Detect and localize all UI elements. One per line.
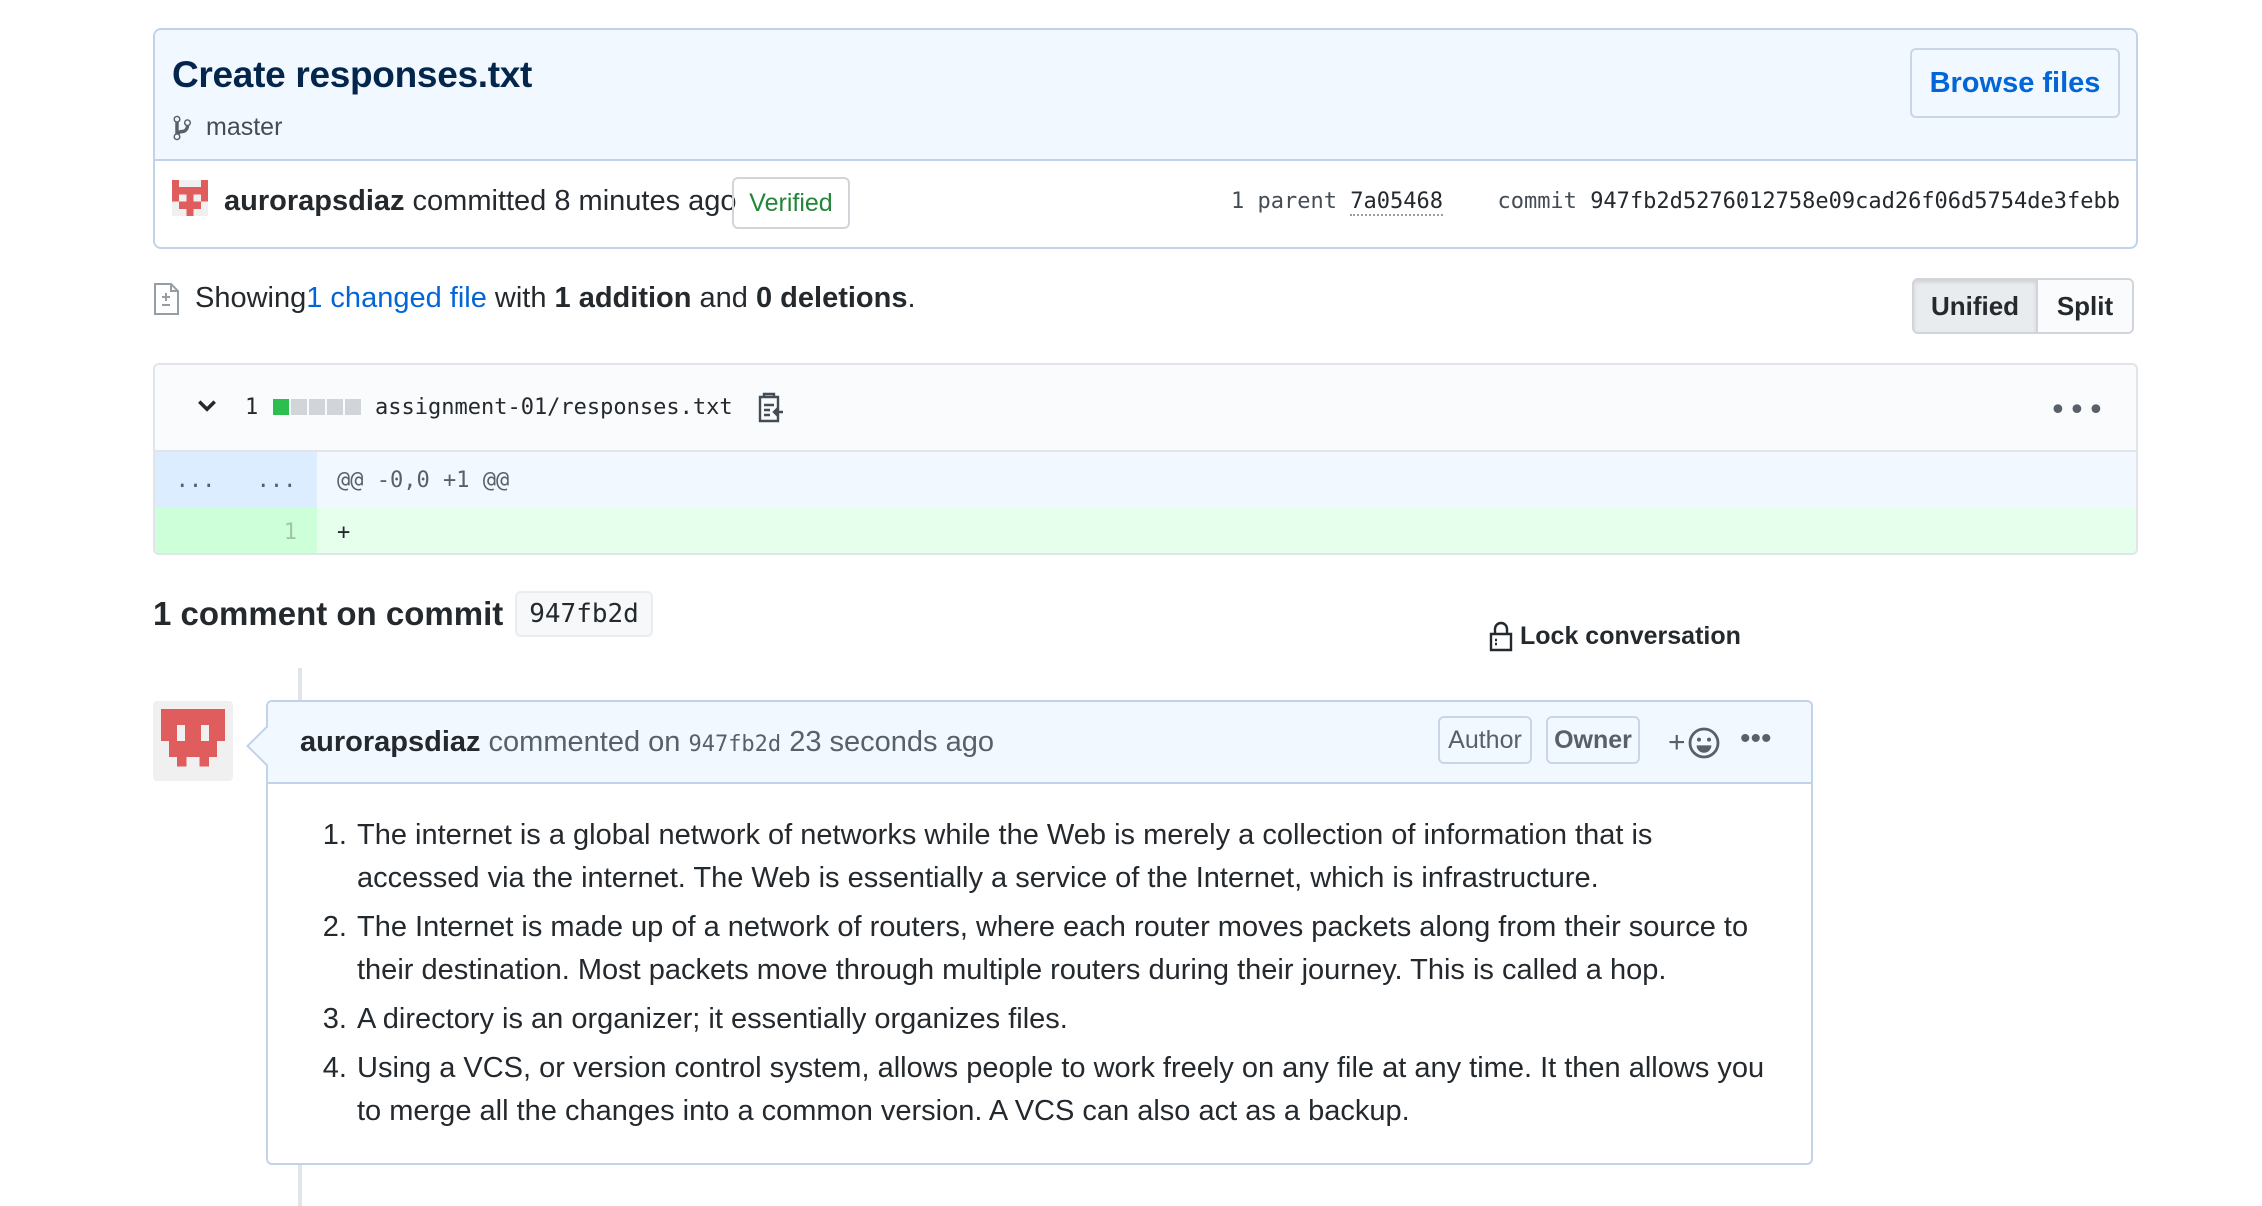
commented-on-text: commented on [480,726,689,758]
diff-added-line: 1 + [155,508,2136,553]
hunk-left-expander[interactable]: ... [176,468,216,493]
diff-stat-bars [273,399,361,415]
parent-label: 1 parent [1231,189,1337,214]
smiley-icon [1688,727,1719,759]
file-options-kebab-icon[interactable]: ••• [2049,393,2106,428]
summary-with: with [486,282,555,314]
file-path-link[interactable]: assignment-01/responses.txt [375,395,733,420]
author-avatar[interactable] [172,180,208,216]
comments-heading: 1 comment on commit 947fb2d [153,591,653,637]
line-number[interactable]: 1 [155,508,317,553]
hunk-right-expander[interactable]: ... [257,468,297,493]
summary-and: and [691,282,756,314]
comment-meta: aurorapsdiaz commented on 947fb2d 23 sec… [300,726,994,759]
line-content: + [337,520,351,545]
commenter-avatar[interactable] [153,701,233,781]
commit-sha-chip: 947fb2d [515,591,653,637]
comment-author-link[interactable]: aurorapsdiaz [300,726,481,758]
commit-author-link[interactable]: aurorapsdiaz [224,185,405,217]
list-item: The Internet is made up of a network of … [355,906,1771,992]
comment-options-kebab-icon[interactable]: ••• [1740,722,1772,756]
author-badge: Author [1438,716,1532,764]
commit-comment: aurorapsdiaz commented on 947fb2d 23 sec… [266,700,1813,1165]
split-button[interactable]: Split [2038,280,2132,332]
lock-conversation-label: Lock conversation [1520,621,1741,650]
commit-title: Create responses.txt [172,54,533,95]
diffstat-block-neutral [345,399,361,415]
comment-body: The internet is a global network of netw… [268,784,1811,1133]
commit-title-bar: Create responses.txt master Browse files [155,30,2136,161]
diffstat-block-added [273,399,289,415]
list-item: A directory is an organizer; it essentia… [355,998,1771,1041]
diff-view-toggle: Unified Split [1912,278,2134,334]
clipboard-copy-icon[interactable] [755,391,785,423]
file-diff: 1 assignment-01/responses.txt ••• ... ..… [153,363,2138,555]
comment-header: aurorapsdiaz commented on 947fb2d 23 sec… [268,702,1811,784]
summary-period: . [907,282,916,314]
browse-files-button[interactable]: Browse files [1910,48,2120,118]
hunk-expand-gutter[interactable]: ... ... [155,452,317,508]
comment-list: The internet is a global network of netw… [355,814,1771,1133]
lock-icon [1489,621,1513,652]
commit-sha: 947fb2d5276012758e09cad26f06d5754de3febb [1590,189,2120,214]
summary-showing: Showing [195,282,307,314]
commit-label: commit [1497,189,1577,214]
parent-sha-link[interactable]: 7a05468 [1350,189,1443,216]
diffstat-block-neutral [291,399,307,415]
reaction-plus: + [1668,726,1686,759]
commit-author-line: aurorapsdiaz committed 8 minutes ago [224,185,737,218]
comment-sha-link[interactable]: 947fb2d [688,732,781,757]
additions-count: 1 addition [554,282,692,314]
diff-line-count: 1 [245,395,259,420]
diff-summary: Showing 1 changed file with 1 addition a… [153,282,916,315]
owner-badge: Owner [1546,716,1640,764]
hunk-range: @@ -0,0 +1 @@ [337,467,510,493]
commit-meta: aurorapsdiaz committed 8 minutes ago Ver… [155,161,2136,247]
verified-badge[interactable]: Verified [732,177,850,229]
hunk-header: ... ... @@ -0,0 +1 @@ [155,452,2136,508]
chevron-down-icon[interactable] [196,395,218,417]
diffstat-block-neutral [309,399,325,415]
diffstat-block-neutral [327,399,343,415]
unified-button[interactable]: Unified [1914,280,2038,332]
branch-indicator: master [172,113,282,142]
branch-name[interactable]: master [206,113,282,142]
list-item: The internet is a global network of netw… [355,814,1771,900]
file-diff-icon [154,282,179,315]
list-item: Using a VCS, or version control system, … [355,1047,1771,1133]
lock-conversation-button[interactable]: Lock conversation [1488,620,1741,652]
commit-sha-area: 1 parent 7a05468 commit 947fb2d527601275… [1231,189,2120,216]
add-reaction-button[interactable]: + [1668,726,1720,760]
comment-time[interactable]: 23 seconds ago [781,726,994,758]
deletions-count: 0 deletions [755,282,908,314]
file-header: 1 assignment-01/responses.txt ••• [155,365,2136,452]
changed-files-link[interactable]: 1 changed file [306,282,487,315]
commit-header: Create responses.txt master Browse files… [153,28,2138,249]
git-branch-icon [173,115,191,140]
comments-heading-text: 1 comment on commit [153,595,504,632]
commit-action: committed 8 minutes ago [404,185,737,217]
